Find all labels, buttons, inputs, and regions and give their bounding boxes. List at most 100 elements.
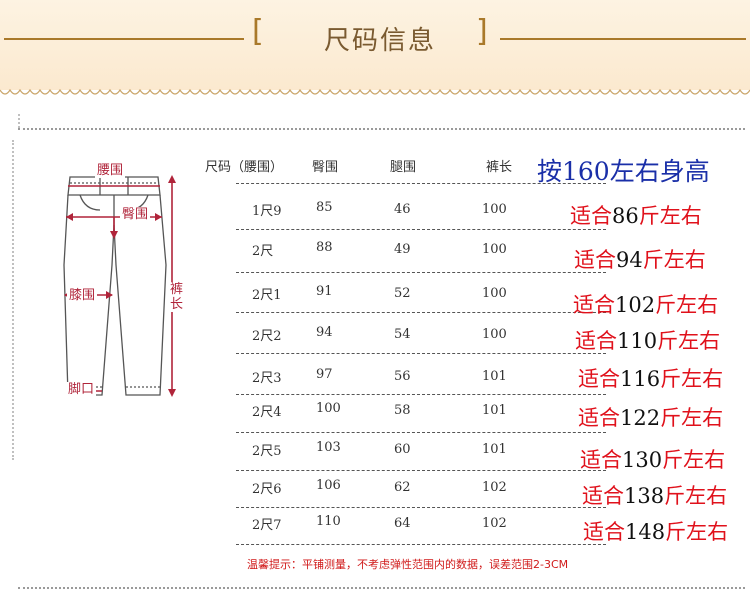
cell-fit-weight: 适合102斤左右 [573, 289, 718, 319]
cell-hip: 85 [316, 200, 333, 215]
diagram-label-length: 裤长 [168, 282, 184, 312]
cell-thigh: 54 [394, 327, 411, 342]
cell-size: 2尺2 [252, 329, 282, 344]
row-separator [236, 183, 606, 184]
header-thigh: 腿围 [390, 160, 417, 175]
cell-fit-weight: 适合110斤左右 [575, 325, 720, 355]
fit-prefix: 适合 [582, 484, 624, 508]
fit-suffix: 斤左右 [662, 448, 726, 472]
cell-hip: 88 [316, 240, 333, 255]
diagram-label-hem: 脚口 [66, 382, 97, 397]
fit-suffix: 斤左右 [660, 406, 724, 430]
header-length: 裤长 [486, 160, 513, 175]
row-separator [236, 544, 606, 545]
cell-length: 100 [482, 242, 507, 257]
row-separator [236, 229, 606, 230]
cell-size: 2尺5 [252, 444, 282, 459]
fit-weight-value: 86 [612, 204, 639, 228]
cell-length: 100 [482, 327, 507, 342]
cell-fit-weight: 适合138斤左右 [582, 480, 727, 510]
row-separator [236, 272, 606, 273]
cell-fit-weight: 适合148斤左右 [583, 516, 728, 546]
header-hip: 臀围 [312, 160, 339, 175]
fit-prefix: 适合 [583, 520, 625, 544]
cell-size: 2尺 [252, 244, 274, 259]
cell-fit-weight: 适合86斤左右 [570, 200, 702, 230]
fit-prefix: 适合 [574, 248, 616, 272]
cell-size: 2尺6 [252, 482, 282, 497]
cell-length: 100 [482, 202, 507, 217]
row-separator [236, 394, 606, 395]
cell-length: 100 [482, 286, 507, 301]
cell-size: 2尺4 [252, 405, 282, 420]
fit-weight-value: 148 [625, 520, 666, 544]
fit-prefix: 适合 [570, 204, 612, 228]
row-separator [236, 470, 606, 471]
cell-length: 102 [482, 516, 507, 531]
cell-fit-weight: 适合130斤左右 [580, 444, 725, 474]
cell-hip: 103 [316, 440, 341, 455]
cell-size: 2尺3 [252, 371, 282, 386]
diagram-label-waist: 腰围 [95, 163, 126, 178]
cell-hip: 110 [316, 514, 341, 529]
fit-weight-value: 110 [617, 329, 658, 353]
fit-prefix: 适合 [573, 293, 615, 317]
cell-hip: 94 [316, 325, 333, 340]
diagram-label-knee: 膝围 [67, 288, 98, 303]
cell-thigh: 62 [394, 480, 411, 495]
fit-weight-value: 130 [622, 448, 663, 472]
fit-prefix: 适合 [578, 367, 620, 391]
fit-weight-value: 102 [615, 293, 656, 317]
cell-thigh: 49 [394, 242, 411, 257]
fit-weight-value: 138 [624, 484, 665, 508]
bracket-left: [ [252, 14, 264, 49]
fit-prefix: 适合 [578, 406, 620, 430]
cell-length: 101 [482, 442, 507, 457]
fit-prefix: 适合 [580, 448, 622, 472]
row-separator [236, 507, 606, 508]
fit-weight-value: 94 [616, 248, 643, 272]
cell-fit-weight: 适合94斤左右 [574, 244, 706, 274]
scallop-border [0, 88, 750, 95]
page-title: 尺码信息 [323, 26, 436, 56]
fit-suffix: 斤左右 [664, 484, 728, 508]
fit-prefix: 适合 [575, 329, 617, 353]
cell-size: 2尺1 [252, 288, 282, 303]
cell-fit-weight: 适合122斤左右 [578, 402, 723, 432]
header-banner: [ 尺码信息 ] [0, 0, 750, 90]
cell-hip: 100 [316, 401, 341, 416]
banner-line-left [4, 38, 244, 40]
bracket-right: ] [476, 14, 488, 49]
fit-suffix: 斤左右 [638, 204, 702, 228]
frame-top-dash [18, 128, 745, 130]
cell-hip: 97 [316, 367, 333, 382]
cell-size: 1尺9 [252, 204, 282, 219]
cell-fit-weight: 适合116斤左右 [578, 363, 723, 393]
measurement-tip: 温馨提示：平铺测量，不考虑弹性范围内的数据，误差范围2-3CM [247, 558, 569, 571]
fit-suffix: 斤左右 [642, 248, 706, 272]
cell-hip: 106 [316, 478, 341, 493]
cell-thigh: 58 [394, 403, 411, 418]
cell-length: 102 [482, 480, 507, 495]
fit-weight-value: 116 [620, 367, 661, 391]
cell-hip: 91 [316, 284, 333, 299]
frame-bottom-dash [18, 587, 745, 589]
header-size: 尺码（腰围） [205, 160, 284, 175]
fit-suffix: 斤左右 [657, 329, 721, 353]
row-separator [236, 353, 606, 354]
cell-size: 2尺7 [252, 518, 282, 533]
cell-length: 101 [482, 403, 507, 418]
frame-left-dash [12, 140, 14, 460]
cell-length: 101 [482, 369, 507, 384]
cell-thigh: 46 [394, 202, 411, 217]
row-separator [236, 312, 606, 313]
cell-thigh: 60 [394, 442, 411, 457]
cell-thigh: 64 [394, 516, 411, 531]
fit-suffix: 斤左右 [665, 520, 729, 544]
frame-corner-mark [18, 114, 20, 128]
fit-weight-value: 122 [620, 406, 661, 430]
row-separator [236, 432, 606, 433]
fit-suffix: 斤左右 [660, 367, 724, 391]
cell-thigh: 56 [394, 369, 411, 384]
diagram-label-hip: 臀围 [120, 207, 151, 222]
